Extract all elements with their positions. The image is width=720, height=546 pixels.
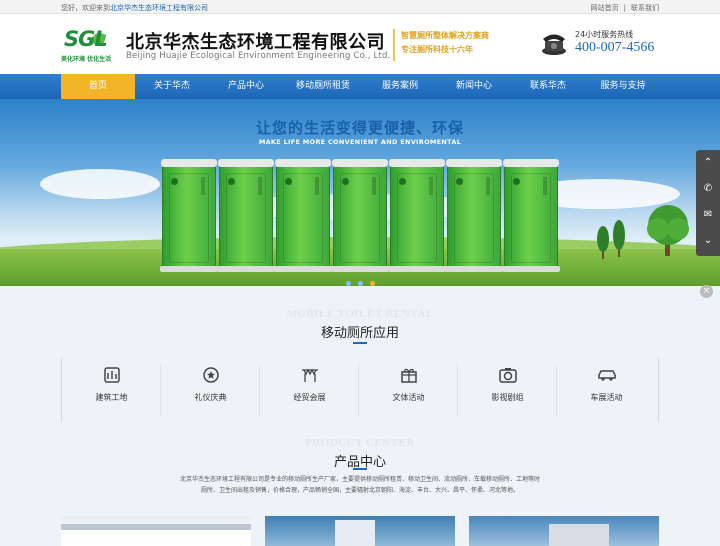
phone-icon[interactable]: ✆ [696, 176, 720, 202]
header: SGL 美化环境 优化生活 北京华杰生态环境工程有限公司 Beijing Hua… [0, 14, 720, 74]
chevron-up-icon[interactable]: ⌃ [696, 150, 720, 176]
slide-dot[interactable] [358, 281, 363, 286]
nav-item-home[interactable]: 首页 [61, 74, 135, 99]
application-label: 车展活动 [590, 393, 623, 402]
welcome-text: 您好，欢迎来到北京华杰生态环境工程有限公司 [61, 3, 208, 13]
banner-subtitle: MAKE LIFE MORE CONVENIENT AND ENVIROMENT… [258, 138, 462, 146]
floating-contact-widget: ⌃ ✆ ✉ ⌄ [696, 150, 720, 256]
section-title: 移动厕所应用 [320, 326, 399, 341]
slogan-line: 智慧厕所整体解决方案商 [401, 31, 489, 40]
section-ghost-title: PRODUCT CENTER [305, 437, 415, 449]
nav-item-about[interactable]: 关于华杰 [135, 74, 209, 99]
construction-icon [104, 367, 120, 383]
toilet-image [160, 159, 218, 272]
product-thumbnail[interactable] [61, 516, 251, 546]
application-label: 礼仪庆典 [194, 393, 227, 402]
application-item[interactable]: 经贸会展 [260, 358, 359, 422]
cloud [40, 169, 160, 199]
contact-link[interactable]: 联系我们 [631, 4, 659, 12]
company-name-en: Beijing Huajie Ecological Environment En… [126, 51, 391, 61]
phone-icon [542, 34, 566, 55]
top-links: 网站首页 | 联系我们 [591, 3, 659, 13]
welcome-brand-link[interactable]: 北京华杰生态环境工程有限公司 [110, 4, 208, 12]
chevron-down-icon[interactable]: ⌄ [696, 228, 720, 254]
application-item[interactable]: 建筑工地 [62, 358, 161, 422]
tree-icon [613, 220, 625, 257]
logo-slogan: 美化环境 优化生活 [61, 56, 112, 63]
hotline-label: 24小时服务热线 [575, 30, 634, 39]
nav-item-cases[interactable]: 服务案例 [363, 74, 437, 99]
application-label: 影视剧组 [491, 393, 524, 402]
close-icon[interactable]: × [700, 285, 713, 298]
section-underline [353, 468, 367, 470]
toilet-image [274, 159, 332, 272]
application-label: 建筑工地 [95, 393, 128, 402]
section-underline [353, 342, 367, 344]
slide-dot-active[interactable] [370, 281, 375, 286]
hero-banner[interactable]: 让您的生活变得更便捷、环保 MAKE LIFE MORE CONVENIENT … [0, 99, 720, 286]
company-logo[interactable]: SGL 美化环境 优化生活 [61, 27, 119, 63]
product-thumbnail[interactable] [265, 516, 455, 546]
home-link[interactable]: 网站首页 [591, 4, 619, 12]
nav-item-products[interactable]: 产品中心 [209, 74, 283, 99]
tree-icon [647, 205, 689, 256]
nav-item-rental[interactable]: 移动厕所租赁 [283, 74, 363, 99]
slide-dots [346, 271, 382, 286]
car-icon [598, 370, 616, 381]
logo-text: SGL [64, 27, 108, 51]
slogan-box: 智慧厕所整体解决方案商 专注厕所科技十六年 [393, 29, 503, 61]
nav-item-contact[interactable]: 联系华杰 [511, 74, 585, 99]
section-ghost-title: MOBILE TOILET RENTAL [286, 308, 434, 320]
application-label: 经贸会展 [293, 393, 326, 402]
product-thumbnail[interactable] [469, 516, 659, 546]
nav-item-support[interactable]: 服务与支持 [585, 74, 661, 99]
toilet-image [331, 159, 389, 272]
hotline-number: 400-007-4566 [575, 40, 655, 55]
toilet-image [445, 159, 503, 272]
camera-icon [499, 368, 517, 383]
slogan-line: 专注厕所科技十六年 [401, 45, 473, 54]
banner-title: 让您的生活变得更便捷、环保 [255, 119, 464, 137]
nav-item-news[interactable]: 新闻中心 [437, 74, 511, 99]
toilet-image [217, 159, 275, 272]
application-list: 建筑工地 礼仪庆典 经贸会展 文体活动 影视剧组 车展活动 [61, 358, 659, 422]
divider: | [623, 4, 626, 12]
products-description: 北京华杰生态环境工程有限公司是专业的移动厕所生产厂家，主要提供移动厕所租赁、移动… [180, 476, 541, 494]
gift-icon [401, 368, 417, 383]
main-nav: 首页 关于华杰 产品中心 移动厕所租赁 服务案例 新闻中心 联系华杰 服务与支持 [0, 74, 720, 99]
application-item[interactable]: 影视剧组 [458, 358, 557, 422]
toilet-image [388, 159, 446, 272]
wechat-icon[interactable]: ✉ [696, 202, 720, 228]
application-item[interactable]: 文体活动 [359, 358, 458, 422]
slide-dot[interactable] [346, 281, 351, 286]
application-item[interactable]: 礼仪庆典 [161, 358, 260, 422]
application-item[interactable]: 车展活动 [557, 358, 656, 422]
welcome-prefix: 您好，欢迎来到 [61, 4, 110, 12]
celebration-icon [203, 367, 219, 383]
exhibition-icon [302, 368, 318, 382]
application-label: 文体活动 [392, 393, 425, 402]
top-bar: 您好，欢迎来到北京华杰生态环境工程有限公司 网站首页 | 联系我们 [0, 0, 720, 14]
toilet-image [502, 159, 560, 272]
